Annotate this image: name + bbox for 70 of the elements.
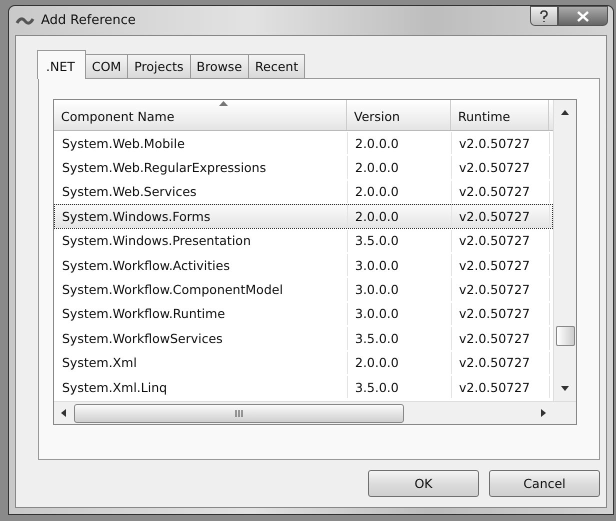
table-cell: v2.0.50727 [452, 278, 550, 301]
scroll-left-arrow-icon[interactable] [61, 409, 66, 417]
table-cell: 3.0.0.0 [348, 302, 452, 326]
table-cell: 3.5.0.0 [348, 376, 452, 398]
table-cell: System.Xml [55, 352, 348, 374]
table-cell: v2.0.50727 [452, 327, 550, 350]
scroll-up-arrow-icon[interactable] [561, 110, 569, 115]
tab[interactable]: Recent [248, 54, 306, 78]
list-row[interactable]: System.Workflow.ComponentModel 3.0.0.0 v2.0.50727 [54, 277, 553, 302]
table-cell: 3.0.0.0 [348, 254, 452, 276]
column-header[interactable]: Component Name [54, 100, 347, 130]
scrollbar-thumb[interactable] [556, 326, 574, 346]
table-cell: System.Workflow.ComponentModel [55, 278, 348, 301]
tab[interactable]: .NET [37, 50, 86, 79]
list-row[interactable]: System.Web.Services 2.0.0.0 v2.0.50727 [54, 180, 553, 204]
table-cell: v2.0.50727 [452, 205, 550, 228]
list-row[interactable]: System.Web.RegularExpressions 2.0.0.0 v2.0.50727 [54, 155, 553, 180]
grip-icon [235, 410, 243, 416]
table-cell: 3.5.0.0 [348, 327, 452, 350]
table-cell: System.Windows.Forms [55, 205, 348, 228]
table-cell: System.Xml.Linq [55, 376, 348, 398]
table-cell: v2.0.50727 [452, 302, 550, 326]
table-cell: v2.0.50727 [452, 230, 550, 252]
horizontal-scrollbar[interactable] [54, 401, 576, 424]
table-cell: v2.0.50727 [452, 352, 550, 374]
column-header[interactable]: Version [347, 100, 451, 130]
tab[interactable]: Projects [127, 54, 190, 78]
scroll-down-arrow-icon[interactable] [561, 386, 569, 391]
table-cell: 2.0.0.0 [348, 352, 452, 374]
table-cell: System.Windows.Presentation [55, 230, 348, 252]
close-icon [577, 10, 589, 22]
list-row[interactable]: System.Workflow.Activities 3.0.0.0 v2.0.50727 [54, 252, 553, 278]
list-row[interactable]: System.Xml 2.0.0.0 v2.0.50727 [54, 350, 553, 375]
table-cell: 2.0.0.0 [348, 205, 452, 228]
question-mark-icon [539, 10, 549, 22]
column-header[interactable]: Runtime [451, 100, 549, 130]
table-cell: v2.0.50727 [452, 156, 550, 179]
scroll-right-arrow-icon[interactable] [541, 409, 546, 417]
table-cell: v2.0.50727 [452, 180, 550, 204]
ok-button[interactable]: OK [368, 470, 479, 497]
tab[interactable]: Browse [190, 54, 250, 78]
list-row[interactable]: System.Xml.Linq 3.5.0.0 v2.0.50727 [54, 374, 553, 400]
link-icon [15, 14, 35, 26]
table-cell: 3.0.0.0 [348, 278, 452, 301]
table-cell: System.Web.Services [55, 180, 348, 204]
table-cell: v2.0.50727 [452, 376, 550, 398]
list-row[interactable]: System.Windows.Forms 2.0.0.0 v2.0.50727 [54, 204, 553, 229]
table-cell: 2.0.0.0 [348, 180, 452, 204]
table-cell: 2.0.0.0 [348, 156, 452, 179]
list-row[interactable]: System.Workflow.Runtime 3.0.0.0 v2.0.50727 [54, 302, 553, 326]
window-title: Add Reference [41, 13, 136, 28]
close-button[interactable] [558, 6, 608, 26]
list-row[interactable]: System.WorkflowServices 3.5.0.0 v2.0.50727 [54, 326, 553, 351]
table-cell: v2.0.50727 [452, 254, 550, 276]
table-cell: System.Workflow.Runtime [55, 302, 348, 326]
cancel-button[interactable]: Cancel [489, 470, 600, 497]
help-button[interactable] [530, 6, 558, 26]
table-cell: 3.5.0.0 [348, 230, 452, 252]
tab[interactable]: COM [84, 54, 128, 78]
table-cell: System.Web.Mobile [55, 132, 348, 154]
vertical-scrollbar[interactable] [554, 100, 576, 401]
list-row[interactable]: System.Web.Mobile 2.0.0.0 v2.0.50727 [54, 131, 553, 156]
table-cell: System.Web.RegularExpressions [55, 156, 348, 179]
table-cell: System.WorkflowServices [55, 327, 348, 350]
sort-arrow-icon [219, 101, 228, 106]
scrollbar-thumb[interactable] [74, 404, 404, 422]
table-cell: System.Workflow.Activities [55, 254, 348, 276]
list-row[interactable]: System.Windows.Presentation 3.5.0.0 v2.0.50727 [54, 228, 553, 253]
table-cell: v2.0.50727 [452, 132, 550, 154]
table-cell: 2.0.0.0 [348, 132, 452, 154]
